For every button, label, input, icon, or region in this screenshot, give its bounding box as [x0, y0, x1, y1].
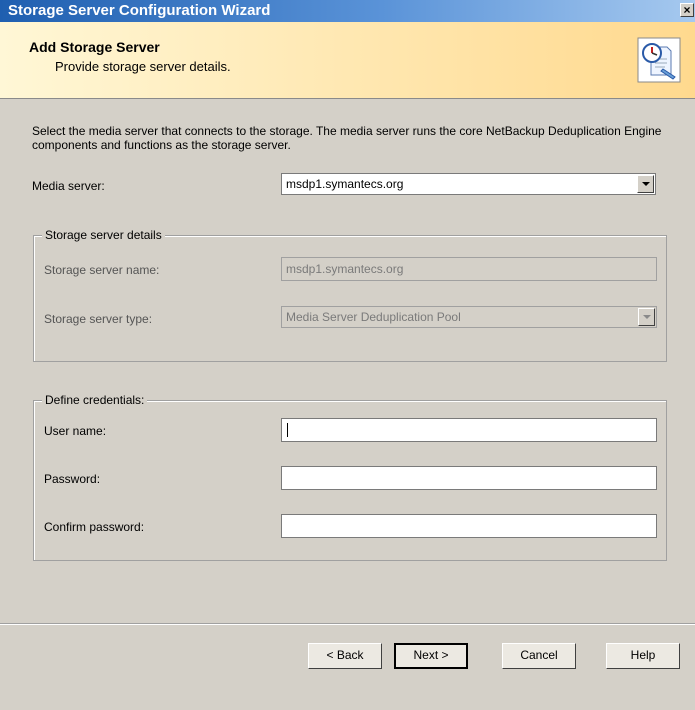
chevron-down-icon	[638, 308, 655, 326]
close-icon: ×	[683, 3, 691, 17]
storage-server-type-label: Storage server type:	[44, 312, 153, 326]
storage-server-name-value: msdp1.symantecs.org	[286, 262, 404, 276]
cancel-button[interactable]: Cancel	[502, 643, 576, 669]
close-button[interactable]: ×	[680, 3, 694, 17]
storage-server-name-label: Storage server name:	[44, 263, 160, 277]
description-text: Select the media server that connects to…	[32, 124, 662, 152]
page-title: Add Storage Server	[29, 39, 160, 55]
storage-server-details-group: Storage server details	[33, 228, 667, 362]
help-button[interactable]: Help	[606, 643, 680, 669]
password-label: Password:	[44, 472, 101, 486]
back-button[interactable]: < Back	[308, 643, 382, 669]
media-server-dropdown[interactable]: msdp1.symantecs.org	[281, 173, 656, 195]
media-server-value: msdp1.symantecs.org	[286, 177, 404, 191]
media-server-label: Media server:	[32, 179, 105, 193]
next-button[interactable]: Next >	[394, 643, 468, 669]
storage-server-type-dropdown: Media Server Deduplication Pool	[281, 306, 657, 328]
password-input[interactable]	[281, 466, 657, 490]
user-name-label: User name:	[44, 424, 107, 438]
chevron-down-icon[interactable]	[637, 175, 654, 193]
define-credentials-legend: Define credentials:	[42, 393, 148, 407]
storage-server-details-legend: Storage server details	[42, 228, 165, 242]
text-caret	[287, 423, 288, 437]
confirm-password-label: Confirm password:	[44, 520, 145, 534]
page-subtitle: Provide storage server details.	[55, 59, 231, 74]
title-bar[interactable]: Storage Server Configuration Wizard ×	[0, 0, 695, 22]
wizard-header: Add Storage Server Provide storage serve…	[0, 22, 695, 99]
wizard-window: Storage Server Configuration Wizard × Ad…	[0, 0, 695, 710]
storage-server-name-field: msdp1.symantecs.org	[281, 257, 657, 281]
storage-server-type-value: Media Server Deduplication Pool	[286, 310, 461, 324]
window-title: Storage Server Configuration Wizard	[8, 2, 271, 19]
footer-separator	[0, 623, 695, 625]
wizard-document-clock-icon	[637, 37, 681, 83]
user-name-input[interactable]	[281, 418, 657, 442]
confirm-password-input[interactable]	[281, 514, 657, 538]
